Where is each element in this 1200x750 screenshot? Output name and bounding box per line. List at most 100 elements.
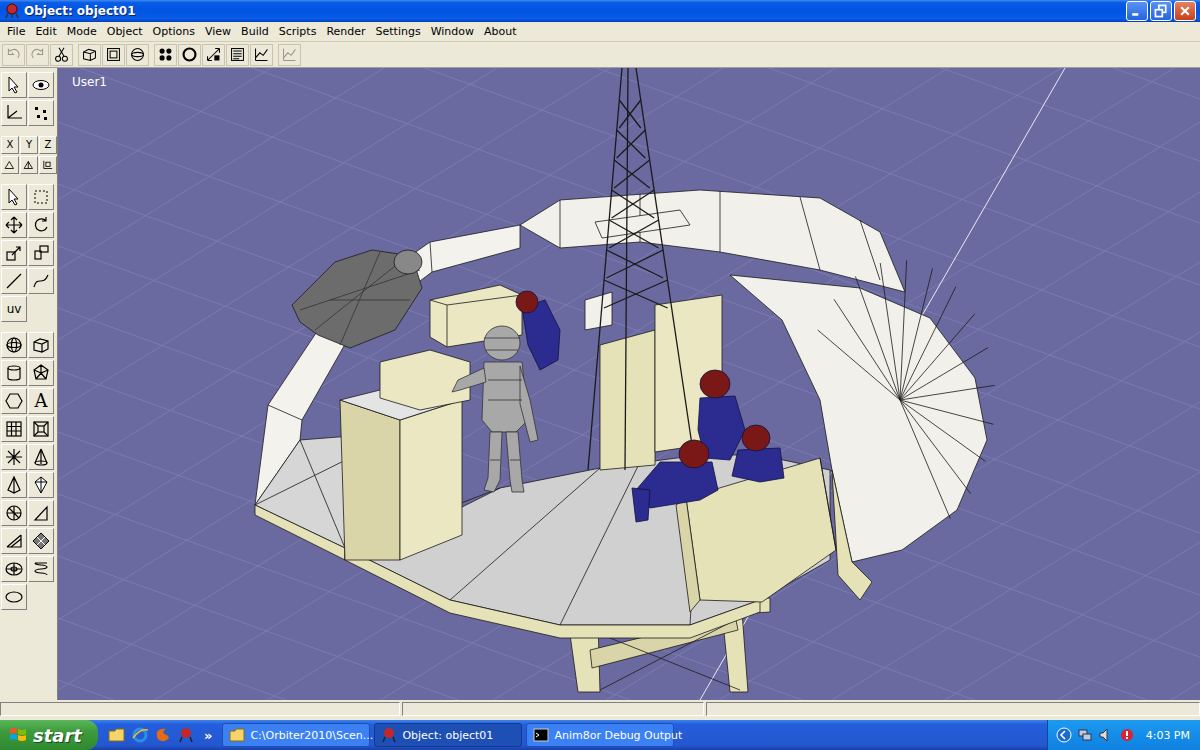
tray-expand-icon[interactable]: [1056, 727, 1072, 743]
tool-button[interactable]: [1, 184, 27, 210]
tool-button[interactable]: [1, 444, 27, 470]
scene-canvas[interactable]: [58, 68, 1200, 700]
tool-button[interactable]: X: [1, 136, 19, 154]
toolbar-icon: [129, 46, 146, 63]
tool-button[interactable]: [1, 416, 27, 442]
menu-item[interactable]: Settings: [371, 25, 426, 38]
tool-button[interactable]: [28, 500, 54, 526]
toolbar-button[interactable]: [126, 44, 149, 66]
tool-button[interactable]: [1, 472, 27, 498]
toolbar-button[interactable]: [78, 44, 101, 66]
viewport[interactable]: User1: [58, 68, 1200, 700]
taskbar-button[interactable]: Object: object01: [374, 723, 522, 747]
tool-button[interactable]: [1, 388, 27, 414]
tool-button[interactable]: [28, 332, 54, 358]
arrow-icon: [4, 187, 24, 207]
menu-item[interactable]: Scripts: [274, 25, 322, 38]
tool-button[interactable]: Y: [20, 136, 38, 154]
tool-button[interactable]: [1, 212, 27, 238]
tool-button[interactable]: [28, 556, 54, 582]
tool-button[interactable]: [1, 72, 27, 98]
close-button[interactable]: [1174, 1, 1196, 21]
taskbar-button[interactable]: Anim8or Debug Output: [526, 723, 674, 747]
tool-label: uv: [7, 303, 22, 315]
internet-explorer-icon[interactable]: [131, 726, 149, 744]
tool-button[interactable]: [28, 472, 54, 498]
toolbar-icon: [29, 46, 46, 63]
tool-button[interactable]: [1, 268, 27, 294]
eye-icon: [31, 75, 51, 95]
toolbar-button[interactable]: [278, 44, 301, 66]
minimize-button[interactable]: [1126, 1, 1148, 21]
axes-icon: [4, 103, 24, 123]
firefox-icon[interactable]: [154, 726, 172, 744]
sphere-icon: [4, 335, 24, 355]
tool-button[interactable]: [1, 240, 27, 266]
toolbar-button[interactable]: [202, 44, 225, 66]
tool-button[interactable]: [28, 360, 54, 386]
tool-button[interactable]: [1, 528, 27, 554]
tool-button[interactable]: [39, 156, 57, 174]
system-tray: 4:03 PM: [1047, 720, 1200, 750]
toolbar-icon: [181, 46, 198, 63]
tool-button[interactable]: [20, 156, 38, 174]
volume-icon[interactable]: [1098, 727, 1114, 743]
menu-item[interactable]: About: [479, 25, 522, 38]
tool-button[interactable]: [28, 184, 54, 210]
folder-icon: [229, 727, 245, 743]
tool-button[interactable]: [1, 156, 19, 174]
toolbar-button[interactable]: [2, 44, 25, 66]
menu-item[interactable]: File: [2, 25, 30, 38]
start-button[interactable]: start: [0, 720, 98, 750]
toolbar-button[interactable]: [50, 44, 73, 66]
toolbar-button[interactable]: [226, 44, 249, 66]
tool-button[interactable]: [1, 100, 27, 126]
tool-button[interactable]: [28, 240, 54, 266]
title-bar[interactable]: Object: object01: [0, 0, 1200, 22]
torus-icon: [4, 559, 24, 579]
tool-button[interactable]: [28, 528, 54, 554]
network-icon[interactable]: [1077, 727, 1093, 743]
tool-button[interactable]: [1, 584, 27, 610]
menu-item[interactable]: Edit: [30, 25, 61, 38]
tool-button[interactable]: [28, 212, 54, 238]
tool-button[interactable]: [28, 416, 54, 442]
tool-button[interactable]: Z: [39, 136, 57, 154]
tool-button[interactable]: A: [28, 388, 54, 414]
menu-item[interactable]: Build: [236, 25, 274, 38]
curve-icon: [31, 271, 51, 291]
tool-button[interactable]: uv: [1, 296, 27, 322]
tool-button[interactable]: [28, 268, 54, 294]
quick-launch-overflow[interactable]: »: [200, 728, 212, 743]
model[interactable]: [255, 68, 994, 692]
menu-item[interactable]: Render: [321, 25, 370, 38]
tool-button[interactable]: [28, 100, 54, 126]
tri-icon: [31, 503, 51, 523]
move-icon: [4, 215, 24, 235]
tool-button[interactable]: [1, 360, 27, 386]
toolbar-button[interactable]: [102, 44, 125, 66]
tool-label: X: [7, 140, 14, 150]
tool-button[interactable]: [1, 556, 27, 582]
maximize-button[interactable]: [1150, 1, 1172, 21]
menu-item[interactable]: Object: [102, 25, 148, 38]
tool-button[interactable]: [28, 72, 54, 98]
folder-icon[interactable]: [108, 726, 126, 744]
menu-item[interactable]: Options: [148, 25, 200, 38]
m1-icon: [3, 158, 17, 172]
toolbar-button[interactable]: [250, 44, 273, 66]
windows-logo-icon: [8, 725, 28, 745]
taskbar-button[interactable]: C:\Orbiter2010\Scen...: [222, 723, 370, 747]
tool-button[interactable]: [28, 444, 54, 470]
security-icon[interactable]: [1119, 727, 1135, 743]
menu-item[interactable]: Window: [426, 25, 479, 38]
anim8or-icon[interactable]: [177, 726, 195, 744]
menu-item[interactable]: View: [200, 25, 236, 38]
toolbar-button[interactable]: [26, 44, 49, 66]
menu-item[interactable]: Mode: [62, 25, 102, 38]
tool-button[interactable]: [1, 500, 27, 526]
status-bar: [0, 700, 1200, 720]
toolbar-button[interactable]: [154, 44, 177, 66]
toolbar-button[interactable]: [178, 44, 201, 66]
tool-button[interactable]: [1, 332, 27, 358]
